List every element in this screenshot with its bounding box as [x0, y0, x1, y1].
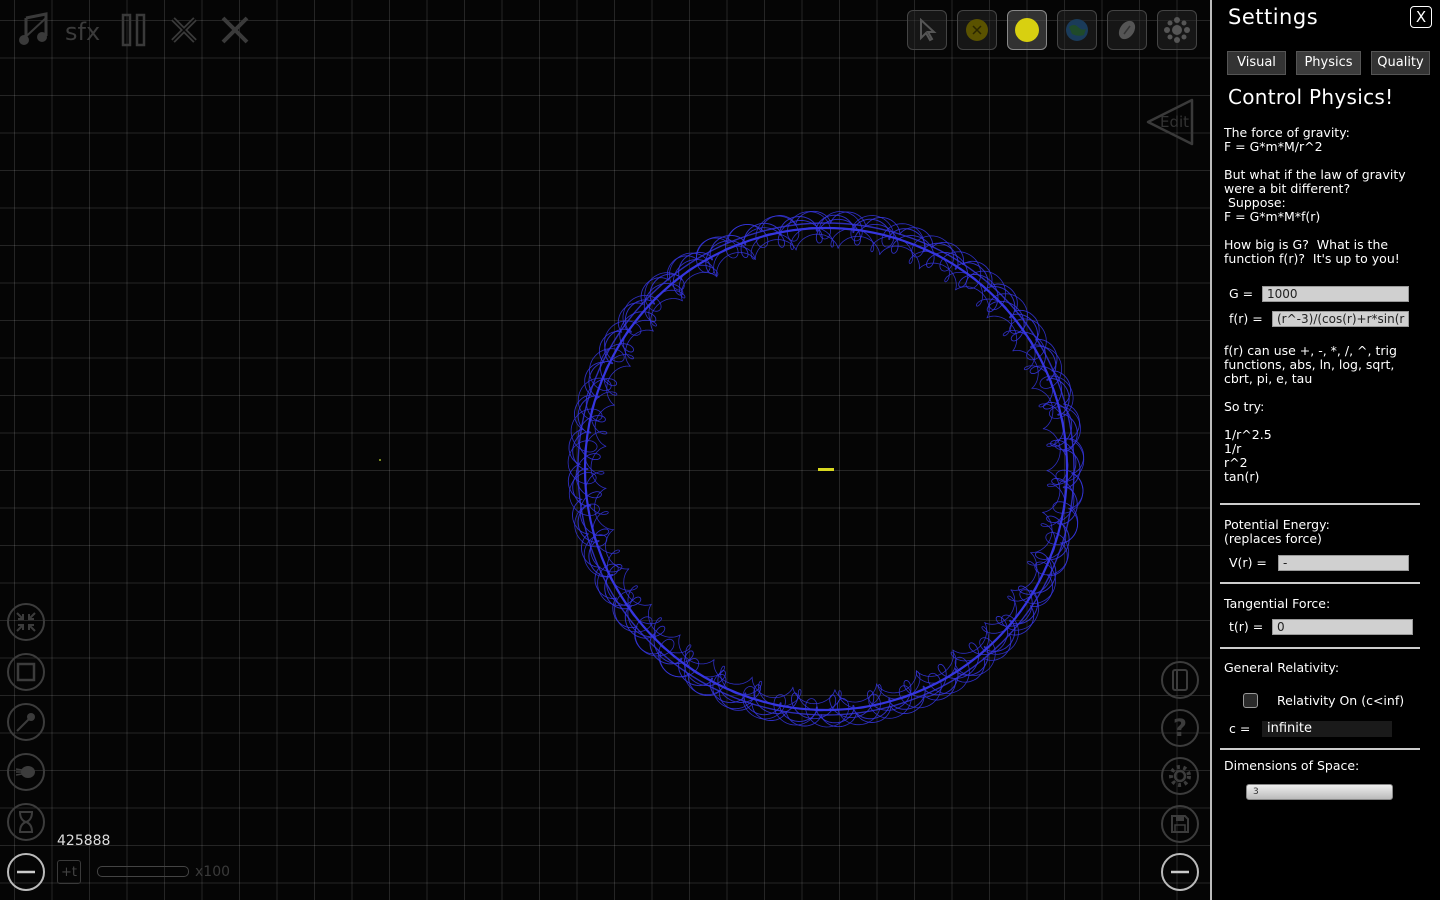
- star-tool-button[interactable]: [1007, 10, 1047, 50]
- step-counter: 425888: [57, 833, 111, 849]
- help-button[interactable]: ?: [1161, 709, 1199, 747]
- compress-arrows-icon: [16, 612, 36, 632]
- settings-panel: Settings X Visual Physics Quality Contro…: [1210, 0, 1440, 900]
- suggestions-text: So try: 1/r^2.5 1/r r^2 tan(r): [1224, 399, 1272, 484]
- relativity-text: General Relativity:: [1224, 660, 1340, 675]
- question-mark-icon: ?: [1173, 714, 1187, 742]
- dimensions-slider[interactable]: 3: [1246, 784, 1393, 800]
- divider: [1220, 503, 1420, 505]
- tr-label: t(r) =: [1229, 619, 1264, 634]
- zoom-fit-button[interactable]: [7, 603, 45, 641]
- book-icon: [1172, 669, 1188, 691]
- fr-input[interactable]: (r^-3)/(cos(r)+r*sin(r: [1272, 311, 1409, 327]
- speed-multiplier-label: x100: [195, 864, 231, 880]
- fr-label: f(r) =: [1229, 311, 1263, 326]
- frame-icon: [16, 662, 36, 682]
- speed-slider[interactable]: [97, 866, 189, 877]
- tab-quality[interactable]: Quality: [1371, 51, 1430, 75]
- cluster-icon: [1164, 17, 1190, 43]
- orbit-plot: [379, 210, 1085, 728]
- relativity-checkbox[interactable]: [1243, 693, 1258, 708]
- tab-visual[interactable]: Visual: [1227, 51, 1286, 75]
- divider: [1220, 647, 1420, 649]
- comet-tool-button[interactable]: [1107, 10, 1147, 50]
- planet-tool-button[interactable]: [1057, 10, 1097, 50]
- comet-trail-icon: [15, 766, 35, 778]
- physics-heading: Control Physics!: [1228, 85, 1394, 109]
- potential-energy-text: Potential Energy: (replaces force): [1224, 517, 1330, 546]
- tab-physics[interactable]: Physics: [1296, 51, 1361, 75]
- vr-label: V(r) =: [1229, 555, 1267, 570]
- operators-help-text: f(r) can use +, -, *, /, ^, trig functio…: [1224, 343, 1397, 386]
- cursor-tool-button[interactable]: [907, 10, 947, 50]
- c-label: c =: [1229, 721, 1251, 736]
- settings-button[interactable]: [1161, 757, 1199, 795]
- gear-icon: [1169, 765, 1191, 787]
- dim-star-icon: [966, 19, 988, 41]
- minus-icon: [1171, 870, 1189, 874]
- book-button[interactable]: [1161, 661, 1199, 699]
- comet-icon: [1118, 20, 1136, 40]
- cursor-icon: [920, 18, 937, 42]
- tangential-force-text: Tangential Force:: [1224, 596, 1331, 611]
- launch-tool-button[interactable]: [7, 703, 45, 741]
- edit-label: Edit: [1160, 113, 1190, 131]
- delete-all-icon[interactable]: [220, 15, 250, 54]
- music-icon[interactable]: [16, 12, 50, 57]
- zoom-out-right-button[interactable]: [1161, 853, 1199, 891]
- minus-icon: [17, 870, 35, 874]
- zoom-out-left-button[interactable]: [7, 853, 45, 891]
- planet-icon: [1066, 19, 1088, 41]
- hourglass-icon: [19, 811, 33, 833]
- frame-button[interactable]: [7, 653, 45, 691]
- pause-icon[interactable]: [121, 12, 147, 57]
- add-time-button[interactable]: +t: [57, 860, 81, 884]
- simulation-canvas[interactable]: sfx Edit 425888 +t x100 ?: [0, 0, 1210, 900]
- save-button[interactable]: [1161, 805, 1199, 843]
- settings-title: Settings: [1228, 5, 1319, 29]
- sfx-toggle[interactable]: sfx: [65, 14, 100, 50]
- divider: [1220, 748, 1420, 750]
- time-button[interactable]: [7, 803, 45, 841]
- vr-input[interactable]: -: [1278, 555, 1409, 571]
- g-label: G =: [1229, 286, 1254, 301]
- trail-tool-button[interactable]: [7, 753, 45, 791]
- tr-input[interactable]: 0: [1272, 619, 1413, 635]
- plus-t-icon: +t: [61, 864, 77, 880]
- stray-particle: [379, 459, 381, 461]
- floppy-disk-icon: [1171, 815, 1189, 833]
- dimensions-text: Dimensions of Space:: [1224, 758, 1360, 773]
- divider: [1220, 582, 1420, 584]
- relativity-checkbox-label: Relativity On (c<inf): [1277, 693, 1405, 708]
- dim-star-tool-button[interactable]: [957, 10, 997, 50]
- explode-tool-button[interactable]: [1157, 10, 1197, 50]
- launch-line-icon: [16, 713, 35, 732]
- clear-trails-icon[interactable]: [170, 16, 198, 53]
- gravity-intro-text: The force of gravity: F = G*m*M/r^2 But …: [1224, 125, 1406, 266]
- central-star: [818, 468, 834, 471]
- g-input[interactable]: 1000: [1262, 286, 1409, 302]
- c-input[interactable]: infinite: [1262, 721, 1392, 737]
- close-settings-button[interactable]: X: [1410, 6, 1432, 28]
- star-icon: [1015, 18, 1039, 42]
